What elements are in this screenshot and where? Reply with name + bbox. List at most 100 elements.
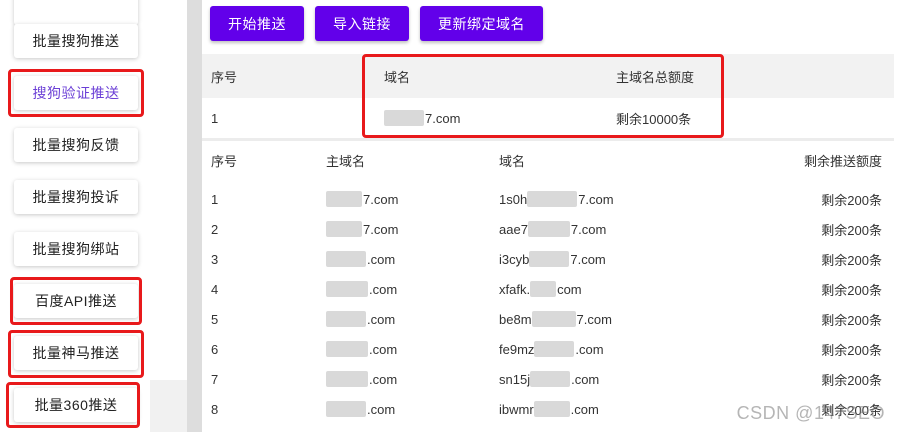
redacted-mask bbox=[534, 341, 575, 357]
cell-index: 1 bbox=[211, 191, 219, 207]
cell-remaining: 剩余200条 bbox=[821, 192, 882, 208]
redacted-mask bbox=[326, 401, 366, 417]
table-row: 4 .com xfafk. com 剩余200条 bbox=[202, 274, 894, 304]
cell-main-domain-text: .com bbox=[369, 281, 398, 297]
redacted-mask bbox=[527, 191, 578, 207]
table-row: 6 .com fe9mz .com 剩余200条 bbox=[202, 334, 894, 364]
cell-main-domain: 7.com bbox=[326, 184, 398, 214]
cell-domain-suffix: 7.com bbox=[576, 311, 612, 327]
cell-remaining: 剩余200条 bbox=[821, 252, 882, 268]
cell-main-domain: .com bbox=[326, 274, 397, 304]
cell-remaining: 剩余200条 bbox=[821, 342, 882, 358]
highlight-box-shenma bbox=[8, 330, 144, 378]
sidebar-item-sogou-bind-site[interactable]: 批量搜狗绑站 bbox=[14, 232, 138, 266]
header-index: 序号 bbox=[211, 69, 238, 85]
header-index: 序号 bbox=[211, 153, 238, 169]
table-row: 1 7.com 1s0h 7.com 剩余200条 bbox=[202, 184, 894, 214]
row-index: 1 bbox=[211, 110, 219, 126]
push-table-header: 序号 主域名 域名 剩余推送额度 bbox=[202, 141, 894, 179]
cell-main-domain: .com bbox=[326, 334, 397, 364]
highlight-box-sogou-verify bbox=[8, 69, 144, 117]
sidebar-shade bbox=[150, 380, 187, 432]
cell-main-domain-text: 7.com bbox=[363, 191, 399, 207]
scroll-divider bbox=[187, 0, 202, 432]
cell-main-domain-text: .com bbox=[367, 401, 396, 417]
highlight-box-quota-table bbox=[362, 54, 724, 138]
cell-remaining: 剩余200条 bbox=[821, 282, 882, 298]
redacted-mask bbox=[531, 311, 576, 327]
redacted-mask bbox=[326, 281, 368, 297]
cell-domain: 1s0h 7.com bbox=[499, 184, 614, 214]
redacted-mask bbox=[529, 251, 570, 267]
cell-index: 6 bbox=[211, 341, 219, 357]
sidebar-item-top-partial[interactable] bbox=[14, 0, 138, 25]
cell-domain-prefix: aae7 bbox=[499, 221, 528, 237]
table-row: 7 .com sn15j .com 剩余200条 bbox=[202, 364, 894, 394]
header-remaining-quota: 剩余推送额度 bbox=[803, 153, 882, 169]
cell-domain-prefix: xfafk. bbox=[499, 281, 531, 297]
header-domain: 域名 bbox=[499, 153, 526, 169]
cell-index: 8 bbox=[211, 401, 219, 417]
cell-remaining: 剩余200条 bbox=[821, 222, 882, 238]
cell-main-domain-text: 7.com bbox=[363, 221, 399, 237]
redacted-mask bbox=[326, 221, 362, 237]
cell-index: 4 bbox=[211, 281, 219, 297]
sidebar-item-sogou-batch-push[interactable]: 批量搜狗推送 bbox=[14, 24, 138, 58]
cell-domain-suffix: com bbox=[557, 281, 582, 297]
cell-main-domain: .com bbox=[326, 364, 397, 394]
cell-main-domain: .com bbox=[326, 394, 395, 424]
cell-index: 2 bbox=[211, 221, 219, 237]
cell-domain: aae7 7.com bbox=[499, 214, 606, 244]
cell-domain-prefix: sn15j bbox=[499, 371, 531, 387]
cell-domain-suffix: .com bbox=[571, 371, 600, 387]
start-push-button[interactable]: 开始推送 bbox=[210, 6, 304, 41]
cell-domain-prefix: 1s0h bbox=[499, 191, 528, 207]
redacted-mask bbox=[527, 221, 570, 237]
redacted-mask bbox=[530, 281, 557, 297]
cell-domain-suffix: .com bbox=[575, 341, 604, 357]
redacted-mask bbox=[533, 401, 570, 417]
cell-domain: fe9mz .com bbox=[499, 334, 604, 364]
table-row: 3 .com i3cyb 7.com 剩余200条 bbox=[202, 244, 894, 274]
cell-domain-prefix: fe9mz bbox=[499, 341, 535, 357]
cell-domain: xfafk. com bbox=[499, 274, 582, 304]
redacted-mask bbox=[326, 251, 366, 267]
sidebar-item-sogou-feedback[interactable]: 批量搜狗反馈 bbox=[14, 128, 138, 162]
redacted-mask bbox=[326, 311, 366, 327]
update-bound-domain-button[interactable]: 更新绑定域名 bbox=[420, 6, 543, 41]
cell-main-domain-text: .com bbox=[369, 371, 398, 387]
cell-main-domain: .com bbox=[326, 304, 395, 334]
cell-domain-prefix: be8m bbox=[499, 311, 532, 327]
cell-remaining: 剩余200条 bbox=[821, 312, 882, 328]
cell-domain: i3cyb 7.com bbox=[499, 244, 606, 274]
cell-domain-suffix: 7.com bbox=[578, 191, 614, 207]
redacted-mask bbox=[530, 371, 571, 387]
cell-domain: sn15j .com bbox=[499, 364, 599, 394]
redacted-mask bbox=[326, 371, 368, 387]
highlight-box-360 bbox=[6, 382, 140, 428]
cell-domain: be8m 7.com bbox=[499, 304, 612, 334]
cell-main-domain-text: .com bbox=[367, 311, 396, 327]
cell-remaining: 剩余200条 bbox=[821, 372, 882, 388]
toolbar: 开始推送 导入链接 更新绑定域名 bbox=[210, 6, 543, 42]
cell-main-domain: .com bbox=[326, 244, 395, 274]
sidebar-item-sogou-complaint[interactable]: 批量搜狗投诉 bbox=[14, 180, 138, 214]
cell-index: 5 bbox=[211, 311, 219, 327]
import-links-button[interactable]: 导入链接 bbox=[315, 6, 409, 41]
redacted-mask bbox=[326, 341, 368, 357]
redacted-mask bbox=[326, 191, 362, 207]
header-main-domain: 主域名 bbox=[326, 153, 366, 169]
watermark: CSDN @147SEO bbox=[736, 403, 885, 423]
cell-main-domain-text: .com bbox=[367, 251, 396, 267]
cell-main-domain: 7.com bbox=[326, 214, 398, 244]
cell-domain: ibwmr .com bbox=[499, 394, 599, 424]
cell-domain-suffix: .com bbox=[570, 401, 599, 417]
cell-domain-prefix: i3cyb bbox=[499, 251, 530, 267]
cell-index: 7 bbox=[211, 371, 219, 387]
cell-domain-suffix: 7.com bbox=[570, 221, 607, 237]
cell-index: 3 bbox=[211, 251, 219, 267]
cell-domain-suffix: 7.com bbox=[570, 251, 606, 267]
highlight-box-baidu-api bbox=[10, 277, 142, 325]
cell-domain-prefix: ibwmr bbox=[499, 401, 534, 417]
cell-main-domain-text: .com bbox=[369, 341, 398, 357]
